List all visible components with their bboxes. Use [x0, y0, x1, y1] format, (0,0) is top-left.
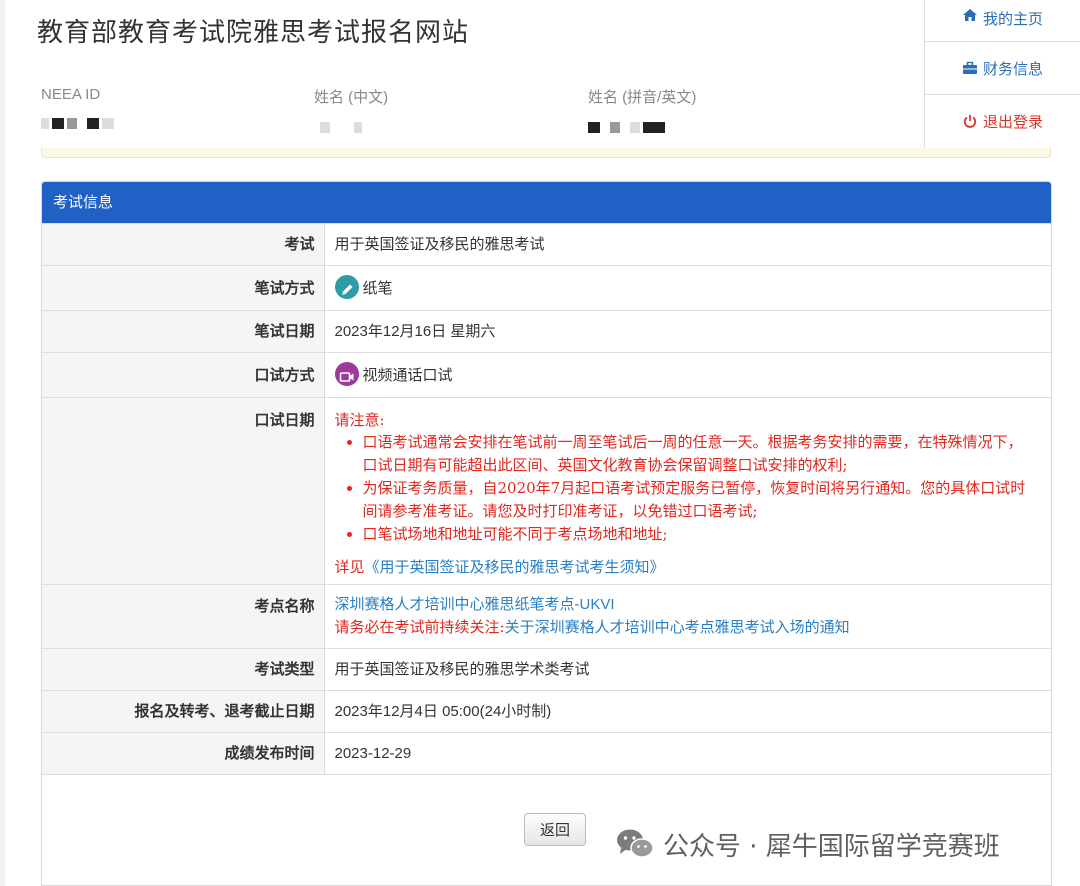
name-cn-label: 姓名 (中文) [314, 89, 389, 106]
oral-date-label: 口试日期 [42, 397, 325, 585]
test-center-link[interactable]: 深圳赛格人才培训中心雅思纸笔考点-UKVI [335, 594, 1052, 616]
result-date-value: 2023-12-29 [324, 732, 1051, 775]
oral-mode-value: 视频通话口试 [362, 366, 453, 384]
name-cn-col: 姓名 (中文) [314, 86, 389, 133]
notice-title: 请注意: [334, 411, 385, 429]
neea-id-value-masked [41, 113, 117, 129]
exam-info-panel: 考试信息 考试 用于英国签证及移民的雅思考试 笔试方式 纸笔 笔试日期 2023… [41, 181, 1052, 886]
exam-type-value: 用于英国签证及移民的雅思学术类考试 [324, 648, 1051, 691]
result-date-label: 成绩发布时间 [42, 732, 325, 775]
notice-strip [41, 148, 1051, 158]
nav-home-label: 我的主页 [982, 10, 1043, 28]
name-en-col: 姓名 (拼音/英文) [588, 86, 697, 133]
neea-id-label: NEEA ID [41, 86, 101, 103]
name-cn-value-masked [314, 117, 388, 133]
list-item: 口语考试通常会安排在笔试前一周至笔试后一周的任意一天。根据考务安排的需要，在特殊… [335, 431, 1035, 477]
nav-finance[interactable]: 财务信息 [925, 42, 1080, 95]
video-camera-icon [334, 362, 359, 386]
home-icon [962, 8, 978, 22]
back-button[interactable]: 返回 [524, 813, 586, 846]
user-info: NEEA ID 姓名 (中文) 姓名 (拼音/英文) [41, 86, 901, 136]
exam-label: 考试 [42, 223, 325, 266]
nav-home[interactable]: 我的主页 [925, 0, 1080, 42]
table-row: 考试类型 用于英国签证及移民的雅思学术类考试 [42, 648, 1051, 691]
exam-value: 用于英国签证及移民的雅思考试 [324, 223, 1051, 266]
center-notice-prefix: 请务必在考试前持续关注: [334, 618, 505, 636]
watermark-text: 公众号 · 犀牛国际留学竞赛班 [663, 831, 1000, 862]
table-row: 笔试方式 纸笔 [42, 265, 1051, 311]
pencil-icon [334, 275, 359, 299]
nav-logout-label: 退出登录 [982, 112, 1043, 131]
center-label: 考点名称 [42, 584, 325, 649]
nav-logout[interactable]: 退出登录 [925, 95, 1080, 147]
written-mode-label: 笔试方式 [42, 265, 325, 311]
table-row: 考试 用于英国签证及移民的雅思考试 [42, 223, 1051, 266]
power-icon [962, 114, 978, 128]
page: 教育部教育考试院雅思考试报名网站 NEEA ID 姓名 (中文) 姓名 (拼音/… [5, 0, 1080, 886]
exam-info-table: 考试 用于英国签证及移民的雅思考试 笔试方式 纸笔 笔试日期 2023年12月1… [42, 223, 1051, 775]
site-title: 教育部教育考试院雅思考试报名网站 [37, 18, 470, 48]
exam-type-label: 考试类型 [42, 648, 325, 691]
table-row: 考点名称 深圳赛格人才培训中心雅思纸笔考点-UKVI 请务必在考试前持续关注:关… [42, 584, 1052, 649]
oral-mode-label: 口试方式 [42, 352, 325, 398]
table-row: 成绩发布时间 2023-12-29 [42, 732, 1051, 775]
written-date-label: 笔试日期 [42, 310, 325, 353]
list-item: 口笔试场地和地址可能不同于考点场地和地址; [335, 523, 1035, 546]
written-date-value: 2023年12月16日 星期六 [324, 310, 1051, 353]
right-nav: 我的主页 财务信息 退出登录 [924, 0, 1080, 148]
center-notice-line: 请务必在考试前持续关注:关于深圳赛格人才培训中心考点雅思考试入场的通知 [335, 616, 1052, 638]
name-en-value-masked [588, 117, 696, 133]
written-mode-value: 纸笔 [362, 279, 393, 297]
center-notice-link[interactable]: 关于深圳赛格人才培训中心考点雅思考试入场的通知 [505, 618, 850, 636]
candidate-notice-link[interactable]: 《用于英国签证及移民的雅思考试考生须知》 [365, 558, 665, 576]
detail-prefix: 详见 [334, 558, 365, 576]
table-row: 口试方式 视频通话口试 [42, 352, 1051, 398]
oral-notes-list: 口语考试通常会安排在笔试前一周至笔试后一周的任意一天。根据考务安排的需要，在特殊… [335, 431, 1035, 546]
table-row: 笔试日期 2023年12月16日 星期六 [42, 310, 1051, 353]
deadline-value: 2023年12月4日 05:00(24小时制) [324, 690, 1051, 733]
briefcase-icon [962, 61, 978, 75]
name-en-label: 姓名 (拼音/英文) [588, 89, 697, 106]
watermark: 公众号 · 犀牛国际留学竞赛班 [615, 824, 1000, 864]
nav-finance-label: 财务信息 [982, 59, 1043, 78]
panel-title: 考试信息 [42, 182, 1051, 223]
list-item: 为保证考务质量，自2020年7月起口语考试预定服务已暂停，恢复时间将另行通知。您… [335, 477, 1035, 523]
detail-line: 详见《用于英国签证及移民的雅思考试考生须知》 [335, 556, 1052, 578]
deadline-label: 报名及转考、退考截止日期 [42, 690, 325, 733]
table-row: 口试日期 请注意: 口语考试通常会安排在笔试前一周至笔试后一周的任意一天。根据考… [42, 397, 1052, 585]
neea-id-col: NEEA ID [41, 86, 117, 129]
wechat-icon [615, 827, 655, 861]
table-row: 报名及转考、退考截止日期 2023年12月4日 05:00(24小时制) [42, 690, 1051, 733]
